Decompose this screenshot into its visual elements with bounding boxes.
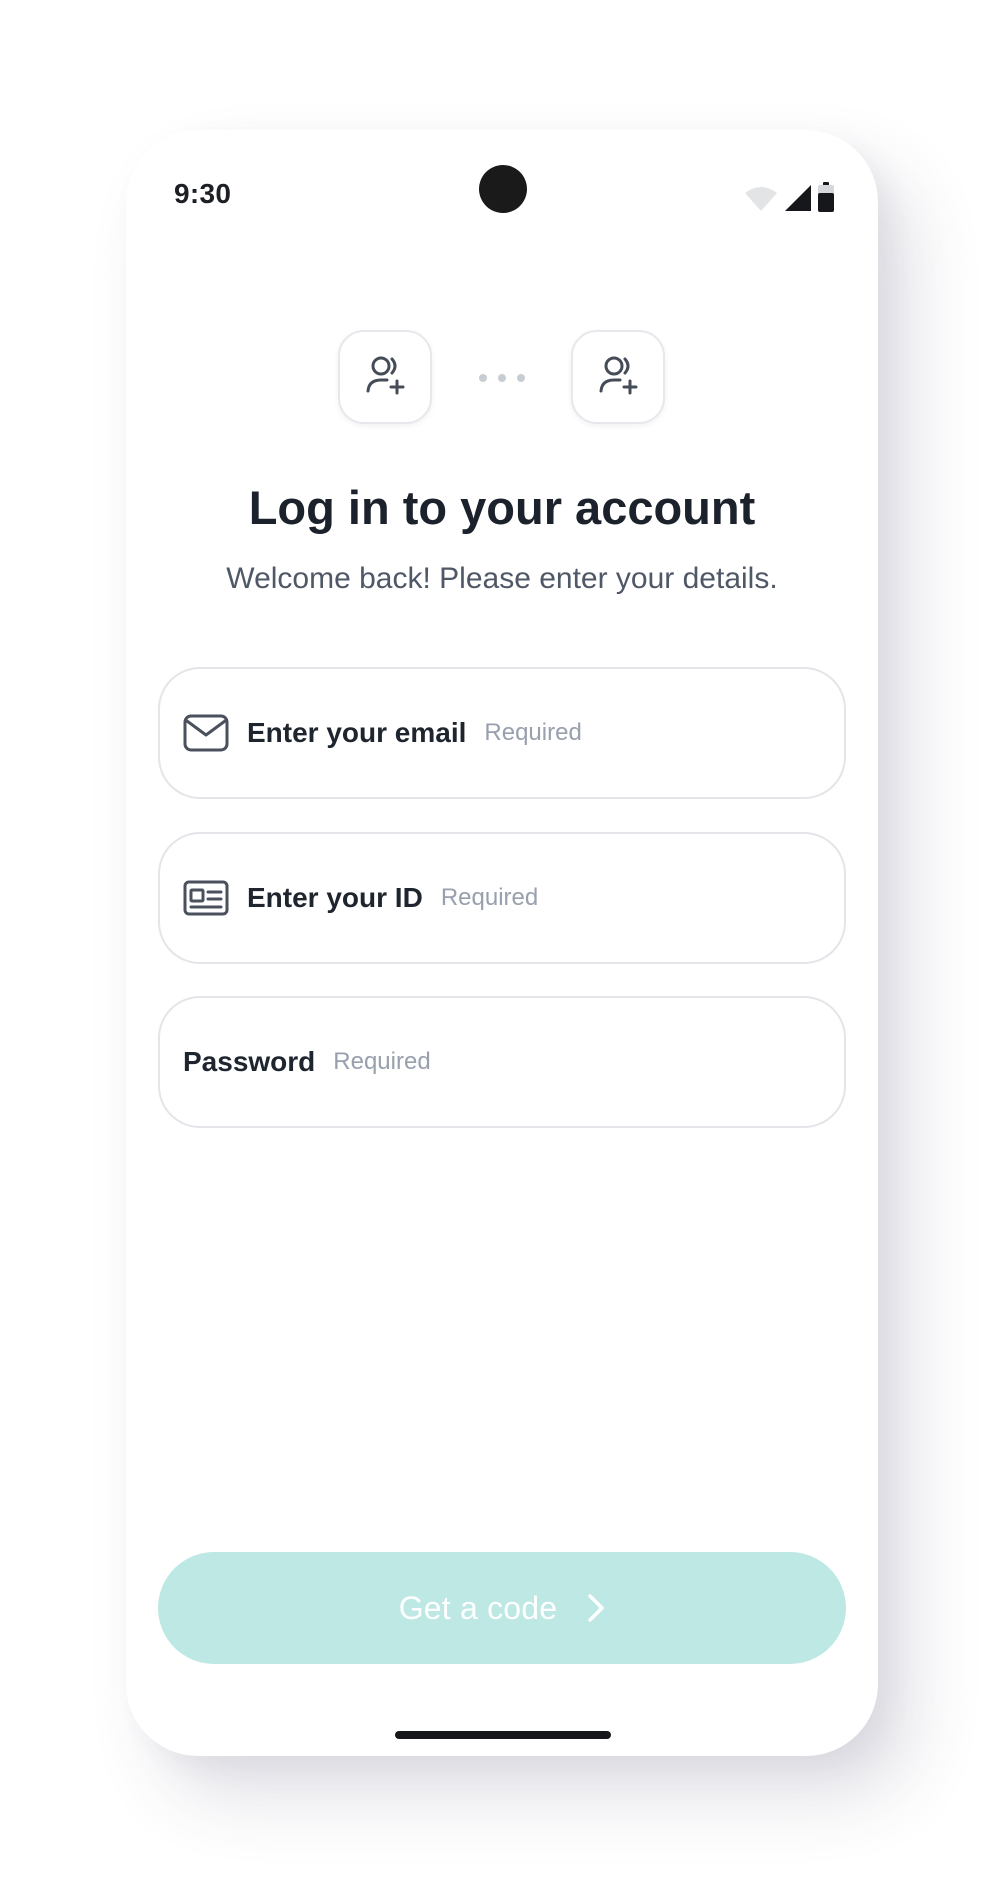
- password-label: Password: [183, 1046, 316, 1077]
- status-icons: [744, 182, 834, 212]
- mail-icon: [183, 710, 229, 756]
- phone-screen: 9:30 Log in to your account Welcome back…: [126, 130, 878, 1756]
- cellular-signal-icon: [784, 184, 812, 212]
- chevron-right-icon: [587, 1593, 605, 1623]
- avatar-left: [338, 330, 432, 424]
- connection-dots: [479, 373, 525, 383]
- page-title: Log in to your account: [248, 481, 756, 534]
- password-required-hint: Required: [333, 1048, 431, 1075]
- home-indicator[interactable]: [395, 1731, 611, 1739]
- dot: [479, 374, 487, 382]
- id-field[interactable]: Enter your ID Required: [158, 832, 846, 964]
- dot: [498, 374, 506, 382]
- id-required-hint: Required: [440, 884, 539, 911]
- id-card-icon: [183, 875, 229, 921]
- email-required-hint: Required: [484, 719, 582, 746]
- camera-cutout: [479, 165, 527, 213]
- wifi-icon: [744, 186, 778, 212]
- page: 9:30 Log in to your account Welcome back…: [0, 0, 1000, 1883]
- get-code-button[interactable]: Get a code: [158, 1552, 846, 1664]
- email-field[interactable]: Enter your email Required: [158, 667, 846, 799]
- dot: [517, 374, 525, 382]
- status-time: 9:30: [174, 178, 232, 209]
- email-label: Enter your email: [247, 717, 467, 748]
- user-plus-icon: [594, 351, 642, 404]
- account-avatars: [126, 330, 878, 426]
- user-plus-icon: [361, 351, 409, 404]
- password-field[interactable]: Password Required: [158, 996, 846, 1128]
- battery-icon: [818, 182, 834, 212]
- id-label: Enter your ID: [247, 882, 423, 913]
- page-subtitle: Welcome back! Please enter your details.: [226, 562, 778, 595]
- get-code-label: Get a code: [398, 1589, 558, 1626]
- avatar-right: [571, 330, 665, 424]
